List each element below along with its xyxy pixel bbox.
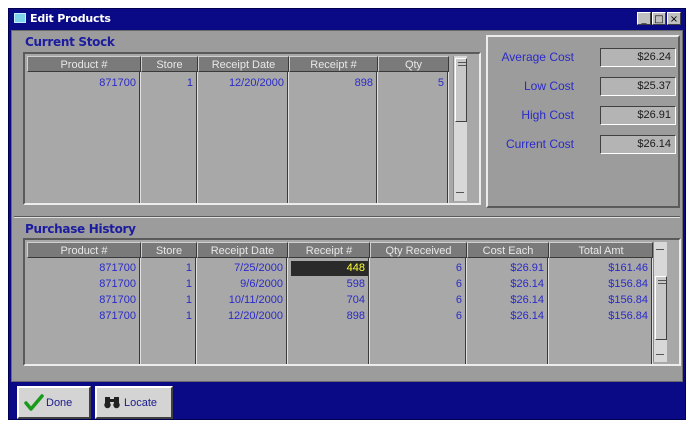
window-title: Edit Products <box>30 12 111 25</box>
binoculars-icon <box>104 397 120 409</box>
col-header-product[interactable]: Product # <box>27 56 141 72</box>
cell-total-amt[interactable]: $156.84 <box>549 309 651 324</box>
purchase-history-title: Purchase History <box>25 222 136 236</box>
current-stock-grid[interactable]: Product # Store Receipt Date Receipt # Q… <box>23 52 481 205</box>
col-header-receipt-number[interactable]: Receipt # <box>288 242 370 258</box>
title-bar[interactable]: Edit Products _ □ × <box>9 9 685 28</box>
cell-cost-each[interactable]: $26.14 <box>467 277 547 292</box>
locate-button[interactable]: Locate <box>95 386 173 419</box>
high-cost-label: High Cost <box>521 108 574 122</box>
cell-total-amt[interactable]: $156.84 <box>549 293 651 308</box>
cell-receipt-number[interactable]: 598 <box>288 277 368 292</box>
cell-receipt-date[interactable]: 9/6/2000 <box>197 277 286 292</box>
cell-store[interactable]: 1 <box>141 293 195 308</box>
cell-cost-each[interactable]: $26.14 <box>467 293 547 308</box>
column-divider <box>376 72 378 203</box>
cell-product[interactable]: 871700 <box>27 261 139 276</box>
cell-receipt-number-selected[interactable]: 448 <box>291 261 368 276</box>
column-divider <box>196 72 198 203</box>
cell-store[interactable]: 1 <box>141 277 195 292</box>
client-area: Current Stock Product # Store Receipt Da… <box>11 30 683 382</box>
col-header-receipt-date[interactable]: Receipt Date <box>198 56 289 72</box>
cell-qty[interactable]: 5 <box>378 76 447 91</box>
done-button-label: Done <box>46 397 73 409</box>
low-cost-value: $25.37 <box>600 77 676 96</box>
scroll-thumb[interactable] <box>655 276 667 340</box>
resize-grip <box>456 192 464 193</box>
minimize-button[interactable]: _ <box>637 12 651 25</box>
cell-cost-each[interactable]: $26.91 <box>467 261 547 276</box>
done-button[interactable]: Done <box>17 386 91 419</box>
cell-receipt-number[interactable]: 898 <box>289 76 376 91</box>
cell-receipt-date[interactable]: 10/11/2000 <box>197 293 286 308</box>
col-header-cost-each[interactable]: Cost Each <box>467 242 549 258</box>
col-header-qty-received[interactable]: Qty Received <box>370 242 467 258</box>
cell-product[interactable]: 871700 <box>27 277 139 292</box>
cell-total-amt[interactable]: $156.84 <box>549 277 651 292</box>
high-cost-value: $26.91 <box>600 106 676 125</box>
col-header-store[interactable]: Store <box>141 56 198 72</box>
edit-products-window: Edit Products _ □ × Current Stock Product … <box>8 8 686 420</box>
cell-store[interactable]: 1 <box>141 76 196 91</box>
average-cost-value: $26.24 <box>600 48 676 67</box>
low-cost-label: Low Cost <box>523 79 574 93</box>
cell-receipt-date[interactable]: 12/20/2000 <box>198 76 287 91</box>
col-header-receipt-number[interactable]: Receipt # <box>289 56 378 72</box>
column-divider <box>447 72 449 203</box>
cell-product[interactable]: 871700 <box>27 76 139 91</box>
cell-product[interactable]: 871700 <box>27 293 139 308</box>
col-header-product[interactable]: Product # <box>27 242 141 258</box>
current-stock-scrollbar[interactable] <box>453 56 467 201</box>
app-icon <box>14 13 26 23</box>
window-controls: _ □ × <box>636 12 681 26</box>
current-cost-value: $26.14 <box>600 135 676 154</box>
col-header-qty[interactable]: Qty <box>378 56 449 72</box>
resize-grip <box>656 354 664 355</box>
scroll-grip <box>656 249 664 250</box>
cell-qty-received[interactable]: 6 <box>370 261 465 276</box>
current-cost-label: Current Cost <box>505 137 574 151</box>
cell-receipt-number[interactable]: 898 <box>288 309 368 324</box>
cell-total-amt[interactable]: $161.46 <box>549 261 651 276</box>
locate-button-label: Locate <box>124 397 158 409</box>
cell-store[interactable]: 1 <box>141 261 195 276</box>
section-divider <box>14 216 680 218</box>
cell-qty-received[interactable]: 6 <box>370 309 465 324</box>
cell-receipt-date[interactable]: 12/20/2000 <box>197 309 286 324</box>
cell-receipt-date[interactable]: 7/25/2000 <box>197 261 286 276</box>
col-header-store[interactable]: Store <box>141 242 197 258</box>
purchase-history-scrollbar[interactable] <box>653 242 667 362</box>
checkmark-icon <box>24 394 44 411</box>
cost-summary-panel: Average Cost $26.24 Low Cost $25.37 High… <box>486 35 680 208</box>
cell-cost-each[interactable]: $26.14 <box>467 309 547 324</box>
cell-product[interactable]: 871700 <box>27 309 139 324</box>
col-header-receipt-date[interactable]: Receipt Date <box>197 242 288 258</box>
cell-qty-received[interactable]: 6 <box>370 277 465 292</box>
cell-store[interactable]: 1 <box>141 309 195 324</box>
column-divider <box>287 72 289 203</box>
cell-receipt-number[interactable]: 704 <box>288 293 368 308</box>
col-header-total-amt[interactable]: Total Amt <box>549 242 653 258</box>
average-cost-label: Average Cost <box>501 50 575 64</box>
maximize-button[interactable]: □ <box>652 12 666 25</box>
purchase-history-grid[interactable]: Product # Store Receipt Date Receipt # Q… <box>23 238 681 366</box>
column-divider <box>139 72 141 203</box>
current-stock-title: Current Stock <box>25 35 115 49</box>
cell-qty-received[interactable]: 6 <box>370 293 465 308</box>
close-button[interactable]: × <box>667 12 681 25</box>
